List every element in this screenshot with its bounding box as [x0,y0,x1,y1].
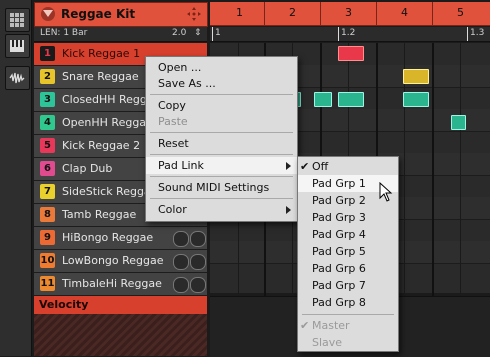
sub-label: 1.2 [341,28,356,38]
chevron-down-icon [43,10,53,17]
submenu-item-pad-grp-3[interactable]: Pad Grp 3 [298,209,398,226]
volume-knob-icon[interactable] [190,277,206,293]
menu-item-copy[interactable]: Copy [146,97,297,114]
menu-item-sound-midi-settings[interactable]: Sound MIDI Settings [146,179,297,196]
sound-number: 10 [40,253,55,268]
menu-item-open[interactable]: Open ... [146,59,297,76]
velocity-panel [34,314,207,356]
length-label: LEN: 1 Bar [40,28,88,38]
bar-label: 2 [289,6,296,19]
move-icon [187,7,201,21]
waveform-icon [9,72,25,84]
pad-view-button[interactable] [5,8,30,32]
menu-item-save-as[interactable]: Save As ... [146,75,297,92]
chevron-right-icon [286,162,291,170]
volume-knob-icon[interactable] [190,231,206,247]
sound-number: 3 [40,92,55,107]
keyboard-icon [10,40,24,52]
chevron-right-icon [286,206,291,214]
bar-label: 5 [457,6,464,19]
sound-number: 11 [40,276,55,291]
sub-ruler[interactable]: 1 1.2 1.3 [210,27,490,42]
kit-collapse-button[interactable] [41,7,55,21]
submenu-item-slave: Slave [312,336,343,349]
submenu-item-pad-grp-8[interactable]: Pad Grp 8 [298,294,398,311]
submenu-item-master: ✔ Master [300,319,350,332]
menu-item-reset[interactable]: Reset [146,135,297,152]
checkmark-icon: ✔ [300,319,310,332]
submenu-item-pad-grp-5[interactable]: Pad Grp 5 [298,243,398,260]
sample-view-button[interactable] [5,66,30,90]
mouse-pointer-icon [379,181,393,205]
note-event[interactable] [338,46,364,61]
sound-row[interactable]: 11 TimbaleHi Reggae [34,273,207,296]
mute-knob-icon[interactable] [173,277,189,293]
note-event[interactable] [314,92,332,107]
volume-knob-icon[interactable] [190,254,206,270]
sound-name: LowBongo Reggae [62,254,164,267]
sound-row[interactable]: 9 HiBongo Reggae [34,227,207,250]
sound-name: Kick Reggae 2 [62,139,141,152]
note-event[interactable] [451,115,466,130]
velocity-label: Velocity [39,298,89,311]
submenu-item-off[interactable]: ✔ Off [298,158,398,175]
sound-name: Kick Reggae 1 [62,47,141,60]
sub-label: 1 [215,28,221,38]
context-menu: Open ... Save As ... Copy Paste Reset Pa… [145,56,298,222]
keyboard-view-button[interactable] [5,34,30,58]
kit-title: Reggae Kit [61,7,136,21]
length-row[interactable]: LEN: 1 Bar 2.0 ⇕ [34,27,207,42]
sound-name: TimbaleHi Reggae [62,277,162,290]
menu-item-paste: Paste [158,115,188,128]
submenu-item-pad-grp-7[interactable]: Pad Grp 7 [298,277,398,294]
sound-name: SideStick Reggae [62,185,158,198]
sound-name: Clap Dub [62,162,113,175]
sound-name: Snare Reggae [62,70,139,83]
sound-name: HiBongo Reggae [62,231,154,244]
sound-number: 1 [40,46,55,61]
drag-handle[interactable] [186,6,202,22]
bar-label: 3 [345,6,352,19]
checkmark-icon: ✔ [300,160,310,173]
sound-name: OpenHH Reggae [62,116,153,129]
menu-item-color[interactable]: Color [146,201,297,218]
submenu-item-pad-grp-6[interactable]: Pad Grp 6 [298,260,398,277]
bar-label: 4 [401,6,408,19]
sound-number: 6 [40,161,55,176]
length-stepper[interactable]: ⇕ [194,28,202,38]
menu-item-pad-link[interactable]: Pad Link [146,157,297,174]
note-event[interactable] [338,92,364,107]
submenu-item-pad-grp-4[interactable]: Pad Grp 4 [298,226,398,243]
sound-name: Tamb Reggae [62,208,137,221]
length-value[interactable]: 2.0 [172,28,186,38]
sound-number: 2 [40,69,55,84]
mute-knob-icon[interactable] [173,231,189,247]
grid-icon [10,13,24,27]
bar-label: 1 [236,6,243,19]
note-event[interactable] [403,69,429,84]
sound-number: 4 [40,115,55,130]
velocity-header[interactable]: Velocity [34,296,207,314]
sound-number: 9 [40,230,55,245]
mute-knob-icon[interactable] [173,254,189,270]
note-event[interactable] [403,92,429,107]
sound-number: 7 [40,184,55,199]
sound-number: 8 [40,207,55,222]
sound-number: 5 [40,138,55,153]
sub-label: 1.3 [470,28,485,38]
sound-row[interactable]: 10 LowBongo Reggae [34,250,207,273]
